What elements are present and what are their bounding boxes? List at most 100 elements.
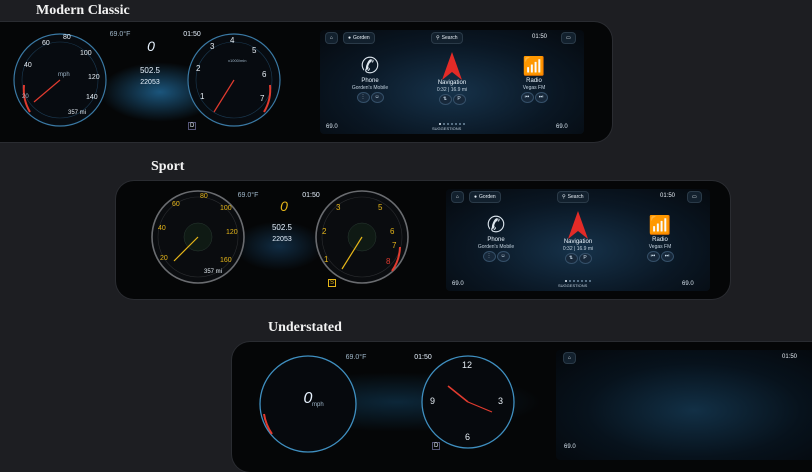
clock-tick-9: 9 (430, 396, 436, 406)
speed-tick-20: 20 (22, 94, 29, 100)
nav-shortcut-button[interactable]: ⇅ (565, 254, 577, 263)
sport-climate-temp-left[interactable]: 69.0 (452, 281, 464, 287)
sport-rpm-tick-1: 1 (324, 255, 329, 264)
understated-temp-readout: 69.0°F (345, 354, 367, 361)
speed-tick-80: 80 (63, 34, 71, 41)
navigation-arrow-icon (412, 50, 492, 80)
radio-tower-icon: 📶 (648, 215, 672, 235)
understated-speed-unit: mph (312, 402, 324, 408)
sport-rpm-tick-2: 2 (322, 227, 327, 236)
climate-temp-right[interactable]: 69.0 (556, 124, 568, 130)
sport-speed-tick-100: 100 (220, 205, 232, 212)
sport-status-time: 01:50 (660, 193, 676, 199)
speed-tick-120: 120 (88, 74, 100, 81)
nav-shortcut-button[interactable]: ⇅ (439, 95, 451, 104)
sport-suggestions-toggle[interactable]: SUGGESTIONS (558, 283, 587, 288)
instrument-cluster-sport: 20 40 60 80 100 120 160 357 mi 69.0°F 0 1… (116, 181, 426, 299)
trip-readout: 502.5 (139, 66, 161, 75)
rpm-unit: x1000/min (228, 58, 247, 63)
suggestions-toggle[interactable]: SUGGESTIONS (432, 126, 461, 131)
radio-next-button[interactable]: ⏭ (661, 252, 673, 261)
message-icon: ▭ (566, 35, 571, 41)
sport-trip-readout: 502.5 (271, 223, 293, 232)
sport-speed-tick-40: 40 (158, 225, 166, 232)
user-icon: ● (348, 35, 352, 41)
panel-modern-classic: 20 40 60 80 100 120 140 mph 357 mi 69.0°… (0, 22, 612, 142)
speed-tick-40: 40 (24, 62, 32, 69)
sport-rpm-tick-5: 5 (378, 203, 383, 212)
rpm-tick-3: 3 (210, 42, 215, 51)
radio-prev-button[interactable]: ⏮ (521, 93, 533, 102)
rpm-tick-4: 4 (230, 36, 235, 45)
poi-button[interactable]: P (453, 95, 465, 104)
messages-button[interactable]: ▭ (562, 33, 575, 43)
rpm-tick-7: 7 (260, 94, 265, 103)
sport-navigation-tile[interactable]: Navigation 0:32 | 16.9 mi ⇅ P (538, 209, 618, 263)
sport-messages-button[interactable]: ▭ (688, 192, 701, 202)
sport-speed-tick-120: 120 (226, 229, 238, 236)
sport-speed-digital: 0 (280, 198, 288, 214)
speed-tick-60: 60 (42, 40, 50, 47)
home-button[interactable]: ⌂ (326, 33, 338, 43)
contacts-button[interactable]: ☺ (497, 252, 509, 261)
sport-phone-tile[interactable]: ✆ Phone Gorden's Mobile ⋮ ☺ (456, 213, 536, 261)
title-modern-classic: Modern Classic (36, 3, 130, 18)
sport-climate-temp-right[interactable]: 69.0 (682, 281, 694, 287)
clock-tick-3: 3 (498, 396, 504, 406)
sport-speed-tick-20: 20 (160, 255, 168, 262)
title-understated: Understated (268, 320, 342, 335)
sport-home-button[interactable]: ⌂ (452, 192, 464, 202)
sport-rpm-tick-8: 8 (386, 257, 391, 266)
rpm-tick-1: 1 (200, 92, 205, 101)
navigation-arrow-icon (538, 209, 618, 239)
speed-unit: mph (58, 72, 70, 78)
radio-prev-button[interactable]: ⏮ (647, 252, 659, 261)
odo-readout: 22053 (140, 79, 160, 86)
temp-readout: 69.0°F (109, 31, 131, 38)
search-button[interactable]: ⚲ Search (432, 33, 462, 43)
understated-climate-temp-left[interactable]: 69.0 (564, 444, 576, 450)
sport-range-readout: 357 mi (204, 269, 223, 275)
understated-home-button[interactable]: ⌂ (564, 353, 576, 363)
dialpad-button[interactable]: ⋮ (483, 252, 495, 261)
climate-temp-left[interactable]: 69.0 (326, 124, 338, 130)
rpm-tick-6: 6 (262, 70, 267, 79)
panel-sport: 20 40 60 80 100 120 160 357 mi 69.0°F 01… (116, 181, 730, 299)
home-icon: ⌂ (330, 35, 334, 41)
home-icon: ⌂ (456, 194, 460, 200)
clock-tick-12: 12 (462, 360, 473, 370)
rpm-tick-2: 2 (196, 64, 201, 73)
radio-next-button[interactable]: ⏭ (535, 93, 547, 102)
search-icon: ⚲ (436, 35, 440, 41)
radio-tile[interactable]: 📶 Radio Vegas FM ⏮ ⏭ (494, 54, 574, 102)
sport-profile-button[interactable]: ● Gorden (470, 192, 500, 202)
status-time: 01:50 (532, 34, 548, 40)
home-icon: ⌂ (568, 355, 572, 361)
clock-tick-6: 6 (465, 432, 471, 442)
sport-speed-tick-60: 60 (172, 201, 180, 208)
speed-tick-140: 140 (86, 94, 98, 101)
speed-tick-100: 100 (80, 50, 92, 57)
media-screen-understated: ⌂ 01:50 69.0 (556, 350, 812, 460)
contacts-button[interactable]: ☺ (371, 93, 383, 102)
speed-digital: 0 (147, 38, 155, 54)
sport-rpm-tick-3: 3 (336, 203, 341, 212)
sport-temp-readout: 69.0°F (237, 192, 259, 199)
sport-rpm-tick-7: 7 (392, 241, 397, 250)
phone-icon: ✆ (360, 53, 380, 78)
sport-radio-tile[interactable]: 📶 Radio Vegas FM ⏮ ⏭ (620, 213, 700, 261)
instrument-cluster-modern: 20 40 60 80 100 120 140 mph 357 mi 69.0°… (0, 22, 296, 142)
phone-tile[interactable]: ✆ Phone Gorden's Mobile ⋮ ☺ (330, 54, 410, 102)
phone-icon: ✆ (486, 212, 506, 237)
navigation-tile[interactable]: Navigation 0:32 | 16.9 mi ⇅ P (412, 50, 492, 104)
title-sport: Sport (151, 159, 185, 174)
rpm-tick-5: 5 (252, 46, 257, 55)
media-screen-modern: ⌂ ● Gorden ⚲ Search 01:50 ▭ ✆ Phone Gorden… (320, 30, 584, 134)
panel-understated: 0 mph 69.0°F 01:50 D 12 3 6 9 ⌂ 01:50 69… (232, 342, 812, 472)
media-screen-sport: ⌂ ● Gorden ⚲ Search 01:50 ▭ ✆ Phone Gorden… (446, 189, 710, 291)
profile-button[interactable]: ● Gorden (344, 33, 374, 43)
dialpad-button[interactable]: ⋮ (357, 93, 369, 102)
sport-search-button[interactable]: ⚲ Search (558, 192, 588, 202)
sport-rpm-tick-6: 6 (390, 227, 395, 236)
poi-button[interactable]: P (579, 254, 591, 263)
